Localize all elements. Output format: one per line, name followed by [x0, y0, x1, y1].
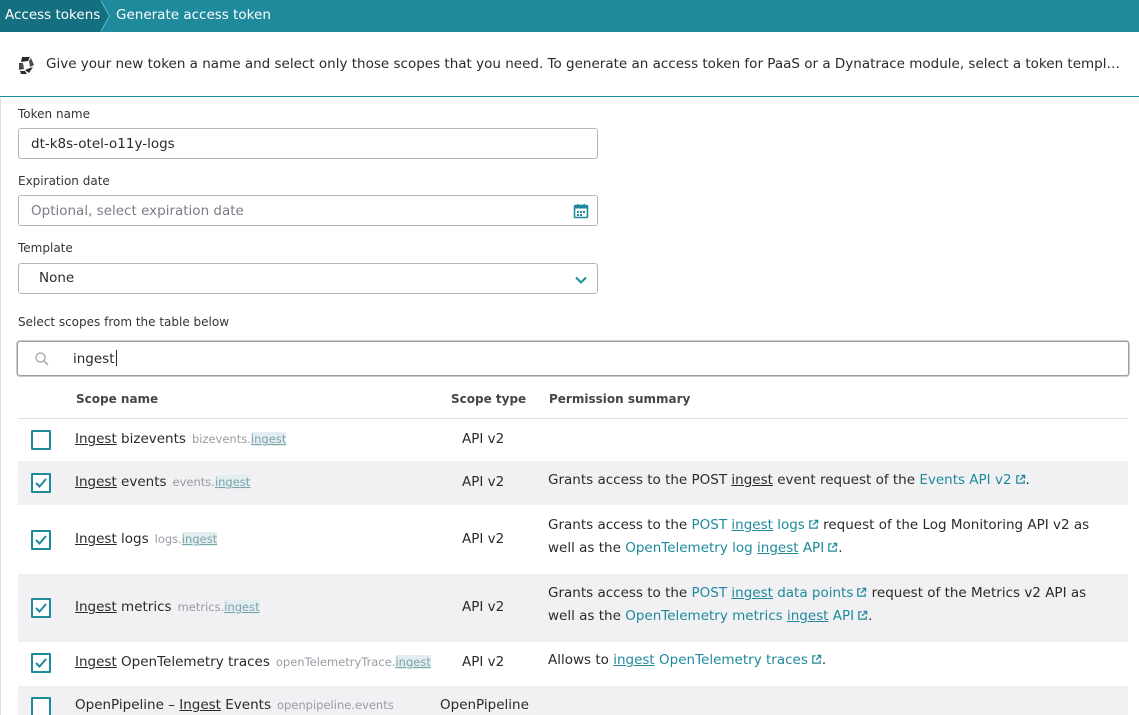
- permission-summary: Allows to ingest OpenTelemetry traces.: [548, 652, 827, 668]
- scope-type: API v2: [462, 431, 505, 447]
- expiration-date-label: Expiration date: [18, 174, 110, 188]
- checkmark-icon: [35, 658, 47, 668]
- scope-name: Ingest OpenTelemetry traces openTelemetry…: [75, 654, 431, 670]
- external-link-icon: [809, 519, 819, 529]
- checkmark-icon: [35, 603, 47, 613]
- scope-checkbox[interactable]: [31, 598, 51, 618]
- content-border: [0, 98, 1, 715]
- permission-summary: Grants access to the POST ingest data po…: [548, 585, 1087, 624]
- permission-summary: Grants access to the POST ingest event r…: [548, 472, 1030, 488]
- table-row: Ingest metrics metrics.ingest API v2 Gran…: [18, 574, 1128, 642]
- breadcrumb: Access tokens Generate access token: [0, 0, 1139, 32]
- scope-name: Ingest metrics metrics.ingest: [75, 599, 260, 615]
- external-link-icon: [812, 654, 822, 664]
- otel-traces-link[interactable]: ingest OpenTelemetry traces: [613, 652, 822, 668]
- external-link-icon: [828, 542, 838, 552]
- chevron-down-icon: [575, 276, 587, 284]
- scope-name: Ingest logs logs.ingest: [75, 531, 218, 547]
- token-name-value: dt-k8s-otel-o11y-logs: [31, 136, 175, 152]
- expiration-date-field[interactable]: Optional, select expiration date: [18, 195, 598, 226]
- scope-checkbox[interactable]: [31, 530, 51, 550]
- search-icon: [35, 352, 49, 366]
- external-link-icon: [857, 587, 867, 597]
- scope-type: OpenPipeline: [440, 697, 529, 713]
- otel-log-ingest-link[interactable]: OpenTelemetry log ingest API: [625, 540, 838, 556]
- breadcrumb-item-access-tokens[interactable]: Access tokens: [5, 7, 100, 23]
- template-label: Template: [18, 241, 73, 255]
- info-banner: Give your new token a name and select on…: [0, 32, 1139, 97]
- metrics-ingest-link[interactable]: POST ingest data points: [692, 585, 868, 601]
- scope-name: Ingest events events.ingest: [75, 474, 251, 490]
- scope-search-input[interactable]: ingest: [17, 341, 1129, 376]
- breadcrumb-item-generate-token: Generate access token: [116, 7, 271, 23]
- column-header-scope-name[interactable]: Scope name: [76, 392, 158, 406]
- scopes-label: Select scopes from the table below: [18, 315, 230, 329]
- template-select[interactable]: None: [18, 263, 598, 294]
- scope-search-value: ingest: [73, 350, 117, 367]
- checkmark-icon: [35, 535, 47, 545]
- permission-summary: Grants access to the POST ingest logs re…: [548, 517, 1090, 556]
- scope-checkbox[interactable]: [31, 430, 51, 450]
- scope-type: API v2: [462, 531, 505, 547]
- template-selected-value: None: [39, 270, 75, 286]
- checkmark-icon: [35, 478, 47, 488]
- dynatrace-logo-icon: [19, 57, 34, 74]
- external-link-icon: [858, 610, 868, 620]
- table-row: Ingest logs logs.ingest API v2 Grants acc…: [18, 505, 1128, 574]
- breadcrumb-arrow: [100, 0, 109, 32]
- scope-checkbox[interactable]: [31, 697, 51, 715]
- scope-type: API v2: [462, 474, 505, 490]
- external-link-icon: [1015, 474, 1025, 484]
- scope-name: OpenPipeline – Ingest Events openpipeline…: [75, 697, 394, 713]
- column-header-scope-type[interactable]: Scope type: [451, 392, 526, 406]
- scope-type: API v2: [462, 654, 505, 670]
- scope-checkbox[interactable]: [31, 473, 51, 493]
- table-row: OpenPipeline – Ingest Events openpipeline…: [18, 686, 1128, 715]
- otel-metrics-ingest-link[interactable]: OpenTelemetry metrics ingest API: [625, 608, 868, 624]
- events-api-link[interactable]: Events API v2: [919, 472, 1025, 488]
- scope-type: API v2: [462, 599, 505, 615]
- token-name-label: Token name: [18, 107, 90, 121]
- scope-checkbox[interactable]: [31, 653, 51, 673]
- logs-ingest-link[interactable]: POST ingest logs: [692, 517, 819, 533]
- table-row: Ingest OpenTelemetry traces openTelemetry…: [18, 642, 1128, 686]
- token-name-field[interactable]: dt-k8s-otel-o11y-logs: [18, 128, 598, 159]
- scope-name: Ingest bizevents bizevents.ingest: [75, 431, 287, 447]
- column-header-permission-summary: Permission summary: [549, 392, 691, 406]
- expiration-date-placeholder: Optional, select expiration date: [31, 203, 244, 219]
- info-text: Give your new token a name and select on…: [46, 56, 1126, 72]
- calendar-icon[interactable]: [573, 203, 589, 219]
- table-row: Ingest events events.ingest API v2 Grants…: [18, 461, 1128, 505]
- table-row: Ingest bizevents bizevents.ingest API v2: [18, 419, 1128, 461]
